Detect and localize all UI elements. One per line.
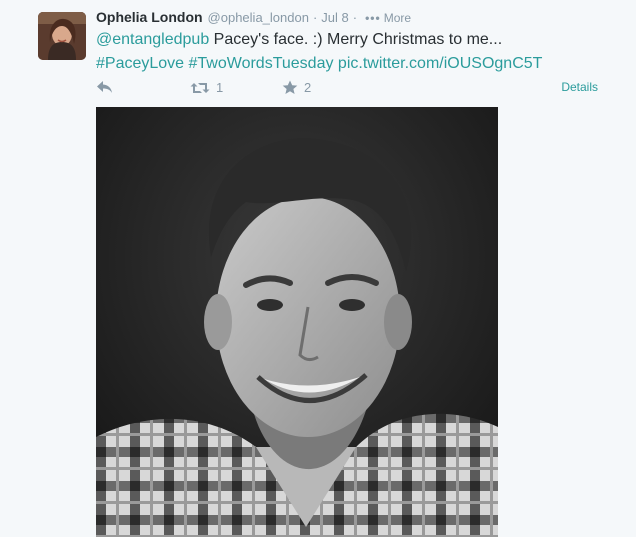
more-label: More: [383, 11, 412, 25]
favorite-button[interactable]: 2: [282, 80, 311, 95]
more-dots-icon: •••: [365, 11, 381, 25]
reply-icon: [97, 81, 112, 93]
tweet-actions: 1 2 Details: [96, 80, 598, 98]
hashtag-link[interactable]: #TwoWordsTuesday: [189, 55, 334, 72]
mention-link[interactable]: @entangledpub: [96, 31, 209, 48]
more-button[interactable]: ••• More: [365, 11, 411, 25]
details-link[interactable]: Details: [561, 80, 598, 94]
portrait-photo: [96, 107, 498, 537]
tweet-text: @entangledpub Pacey's face. :) Merry Chr…: [96, 28, 616, 76]
tweet: Ophelia London @ophelia_london · Jul 8 ·…: [0, 0, 636, 537]
separator: ·: [352, 10, 358, 25]
hashtag-link[interactable]: #PaceyLove: [96, 55, 184, 72]
separator: ·: [312, 10, 318, 25]
fullname[interactable]: Ophelia London: [96, 9, 203, 25]
retweet-count: 1: [216, 80, 224, 95]
pic-link[interactable]: pic.twitter.com/iOUSOgnC5T: [338, 55, 543, 72]
tweet-header: Ophelia London @ophelia_london · Jul 8 ·…: [96, 9, 411, 27]
timestamp[interactable]: Jul 8: [321, 10, 348, 25]
retweet-button[interactable]: 1: [190, 80, 223, 95]
avatar[interactable]: [38, 12, 86, 60]
username[interactable]: @ophelia_london: [208, 10, 309, 25]
star-icon: [282, 80, 298, 94]
retweet-icon: [190, 82, 210, 93]
tweet-body: Pacey's face. :) Merry Christmas to me..…: [209, 31, 503, 48]
tweet-photo[interactable]: [96, 107, 498, 537]
reply-button[interactable]: [96, 80, 114, 94]
favorite-count: 2: [304, 80, 312, 95]
